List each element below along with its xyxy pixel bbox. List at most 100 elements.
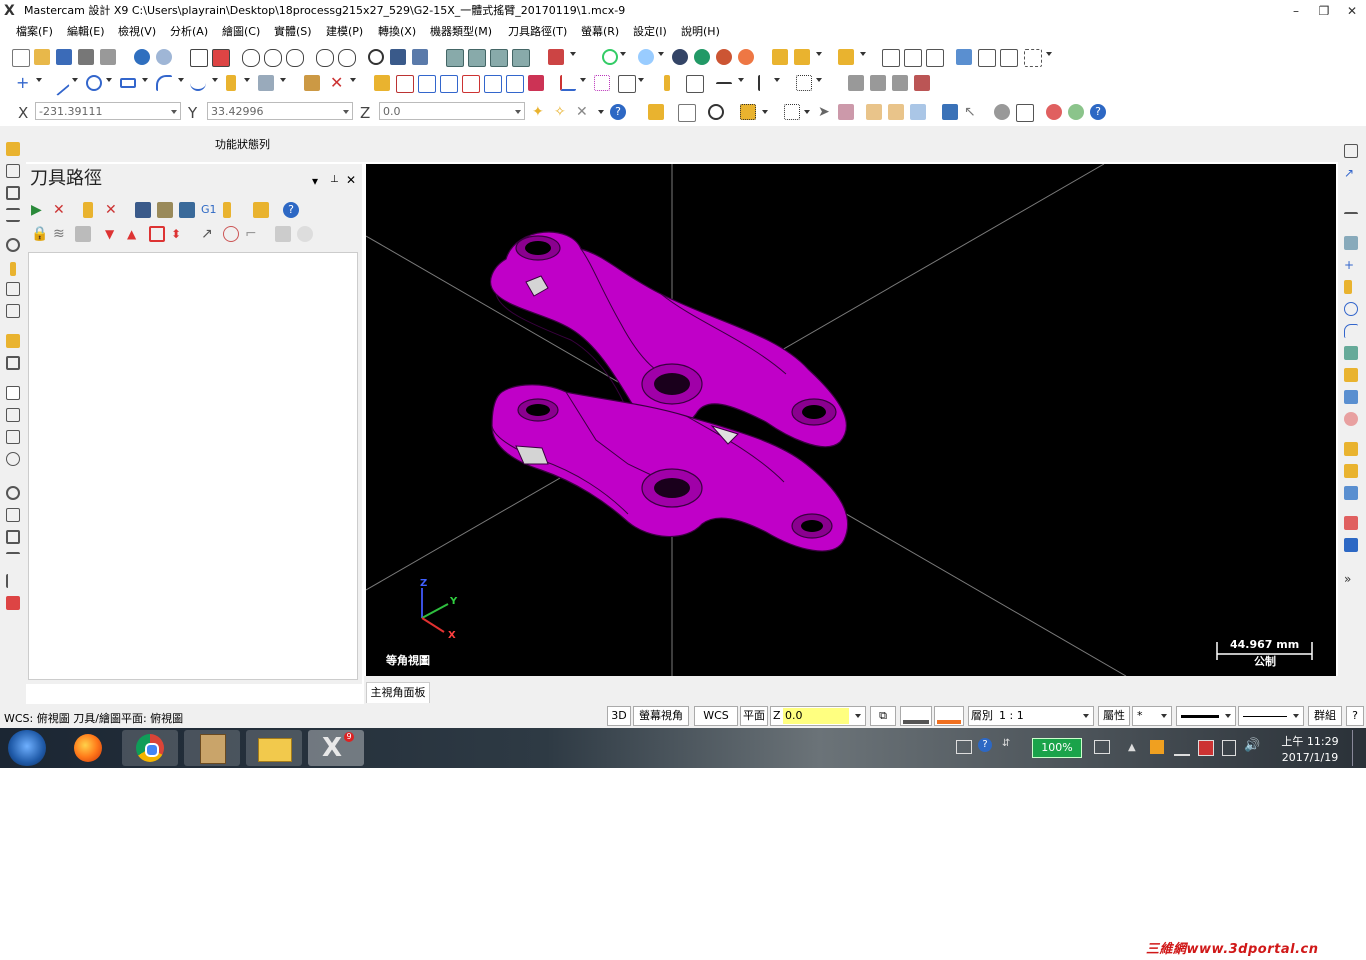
display-toggle-icon[interactable]: ⌐ <box>245 226 261 242</box>
point-dropdown-icon[interactable] <box>36 78 42 82</box>
horizontal-dim-icon[interactable] <box>716 82 732 88</box>
vertical-dim-icon[interactable] <box>758 75 764 91</box>
minimize-button[interactable]: – <box>1282 2 1310 20</box>
z-depth-value[interactable]: 0.0 <box>783 708 849 724</box>
analyze-distance-icon[interactable] <box>794 49 810 65</box>
levels-dropdown-icon[interactable] <box>638 78 644 82</box>
front-view-icon[interactable] <box>468 49 486 67</box>
dim-horizontal-icon[interactable] <box>1344 212 1358 226</box>
show-hidden-icons-icon[interactable]: ▲ <box>1128 742 1136 753</box>
taskbar-firefox[interactable] <box>60 730 116 766</box>
taskbar-explorer[interactable] <box>246 730 302 766</box>
planes-dropdown-icon[interactable] <box>580 78 586 82</box>
autocursor-icon[interactable]: ✦ <box>532 104 548 120</box>
xform-translate-icon[interactable] <box>484 75 502 93</box>
previous-view-icon[interactable] <box>390 49 406 65</box>
delete-dropdown-icon[interactable] <box>860 52 866 56</box>
zoom-out-icon[interactable] <box>338 49 356 67</box>
menu-machine-type[interactable]: 機器類型(M) <box>430 24 492 40</box>
fit-icon[interactable] <box>190 49 208 67</box>
x-coordinate-input[interactable]: -231.39111 <box>35 102 181 120</box>
start-button[interactable] <box>8 730 46 766</box>
menu-analyze[interactable]: 分析(A) <box>170 24 208 40</box>
gear-icon[interactable] <box>956 49 972 65</box>
wireframe-icon[interactable] <box>602 49 618 65</box>
window-select-dropdown-icon[interactable] <box>762 110 768 114</box>
clock-time[interactable]: 上午 11:29 <box>1276 733 1344 749</box>
fillet-icon[interactable] <box>156 75 172 91</box>
xform-mirror-icon[interactable] <box>418 75 436 93</box>
what-is-this-icon[interactable] <box>904 49 922 67</box>
move-down-icon[interactable]: ▼ <box>105 226 121 242</box>
3d-toggle-button[interactable]: 3D <box>607 706 631 726</box>
unzoom-icon[interactable] <box>316 49 334 67</box>
material-icon[interactable] <box>694 49 710 65</box>
toolpath-face-icon[interactable] <box>6 208 20 222</box>
select-solid-icon[interactable] <box>866 104 882 120</box>
selection-check-icon[interactable] <box>1016 104 1034 122</box>
operations-list[interactable] <box>28 252 358 680</box>
menu-edit[interactable]: 編輯(E) <box>67 24 105 40</box>
sigma-icon[interactable] <box>1000 49 1018 67</box>
line-icon[interactable] <box>46 71 70 97</box>
zoom-selected-icon[interactable] <box>286 49 304 67</box>
notification-flag-icon[interactable] <box>1150 740 1164 754</box>
menu-model-prep[interactable]: 建模(P) <box>326 24 363 40</box>
wcs-button[interactable]: WCS <box>694 706 738 726</box>
plane-button[interactable]: 平面 <box>740 706 768 726</box>
dimension-icon[interactable] <box>664 75 670 91</box>
refresh-icon[interactable] <box>708 104 724 120</box>
options-icon[interactable] <box>297 226 313 242</box>
groups-button[interactable]: 群組 <box>1308 706 1342 726</box>
machine-router-icon[interactable] <box>892 75 908 91</box>
levels-icon[interactable] <box>618 75 636 93</box>
level-selector[interactable]: 層別 1 : 1 <box>968 706 1094 726</box>
horizontal-dim-dropdown-icon[interactable] <box>738 78 744 82</box>
confirm-selection-icon[interactable] <box>1068 104 1084 120</box>
verify-icon[interactable] <box>994 104 1010 120</box>
toolpath-curve-icon[interactable] <box>6 574 20 588</box>
move-up-icon[interactable]: ▲ <box>127 226 143 242</box>
help-icon[interactable]: ? <box>610 104 626 120</box>
menu-help[interactable]: 說明(H) <box>681 24 720 40</box>
menu-screen[interactable]: 螢幕(R) <box>581 24 619 40</box>
xform-move-icon[interactable] <box>374 75 390 91</box>
chevron-down-icon[interactable]: » <box>1344 572 1358 586</box>
zoom-target-icon[interactable] <box>264 49 282 67</box>
toolpath-pocket-icon[interactable] <box>6 186 20 200</box>
lock-icon[interactable]: 🔒 <box>31 226 48 242</box>
select-face-icon[interactable] <box>888 104 904 120</box>
xform-offset-icon[interactable] <box>462 75 480 93</box>
insert-arrow-icon[interactable] <box>149 226 165 242</box>
config-icon[interactable] <box>978 49 996 67</box>
scroll-to-insert-icon[interactable]: ↗ <box>201 226 217 242</box>
dim-angular-icon[interactable] <box>1344 236 1358 250</box>
close-button[interactable]: ✕ <box>1338 2 1366 20</box>
machine-lathe-icon[interactable] <box>870 75 886 91</box>
select-body-icon[interactable] <box>838 104 854 120</box>
zoom-window-icon[interactable] <box>242 49 260 67</box>
cursor-icon[interactable]: ➤ <box>818 104 834 120</box>
menu-file[interactable]: 檔案(F) <box>16 24 53 40</box>
color-mask-icon[interactable] <box>1344 516 1358 530</box>
view-manager-icon[interactable] <box>548 49 564 65</box>
menu-xform[interactable]: 轉換(X) <box>378 24 416 40</box>
line-style-selector[interactable] <box>1176 706 1236 726</box>
translucency-icon[interactable] <box>672 49 688 65</box>
toolpath-swarf-icon[interactable] <box>6 508 20 522</box>
solid-primitive-icon[interactable] <box>226 75 236 91</box>
check-icon[interactable] <box>882 49 900 67</box>
toolpath-thread-icon[interactable] <box>6 304 20 318</box>
toggle-display-icon[interactable]: ≋ <box>53 226 69 242</box>
panel-help-icon[interactable]: ? <box>283 202 299 218</box>
spline-icon[interactable] <box>190 75 206 91</box>
primitive-dropdown-icon[interactable] <box>244 78 250 82</box>
toolbar-states-dropdown-icon[interactable] <box>1046 52 1052 56</box>
iso-view-icon[interactable] <box>512 49 530 67</box>
hatch-icon[interactable] <box>796 75 812 91</box>
clear-colors-icon[interactable]: ⧉ <box>870 706 896 726</box>
statistics-icon[interactable] <box>926 49 944 67</box>
toolpath-2d-hsm-icon[interactable] <box>6 334 20 348</box>
single-display-icon[interactable] <box>223 226 239 242</box>
toolpath-parallel-icon[interactable] <box>6 552 20 566</box>
